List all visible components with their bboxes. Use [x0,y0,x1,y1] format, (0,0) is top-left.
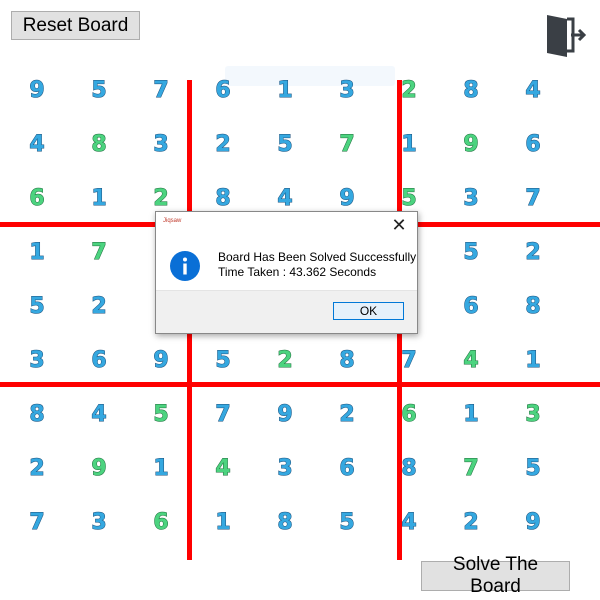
sudoku-cell[interactable]: 4 [379,502,439,542]
sudoku-cell[interactable]: 5 [255,124,315,164]
sudoku-cell[interactable]: 8 [7,394,67,434]
sudoku-cell[interactable]: 6 [441,286,501,326]
sudoku-cell[interactable]: 1 [69,178,129,218]
sudoku-cell[interactable]: 1 [379,124,439,164]
sudoku-cell[interactable]: 5 [131,394,191,434]
sudoku-cell[interactable]: 1 [193,502,253,542]
reset-board-button[interactable]: Reset Board [11,11,140,40]
sudoku-cell[interactable]: 9 [441,124,501,164]
sudoku-cell[interactable]: 5 [503,448,563,488]
sudoku-cell[interactable]: 4 [441,340,501,380]
dialog-message-line: Board Has Been Solved Successfully [218,250,417,264]
sudoku-cell[interactable]: 3 [317,70,377,110]
sudoku-cell[interactable]: 6 [193,70,253,110]
sudoku-cell[interactable]: 2 [7,448,67,488]
sudoku-cell[interactable]: 5 [193,340,253,380]
ok-button[interactable]: OK [333,302,404,320]
sudoku-cell[interactable]: 7 [131,70,191,110]
sudoku-cell[interactable]: 7 [317,124,377,164]
box-divider-horizontal [0,382,600,387]
sudoku-cell[interactable]: 2 [69,286,129,326]
sudoku-cell[interactable]: 1 [255,70,315,110]
sudoku-cell[interactable]: 3 [69,502,129,542]
sudoku-cell[interactable]: 2 [379,70,439,110]
sudoku-cell[interactable]: 3 [131,124,191,164]
sudoku-cell[interactable]: 7 [503,178,563,218]
close-icon[interactable]: ✕ [389,215,409,235]
dialog-titlebar[interactable]: Jiqsaw ✕ [156,212,417,240]
sudoku-cell[interactable]: 6 [317,448,377,488]
sudoku-cell[interactable]: 8 [317,340,377,380]
sudoku-cell[interactable]: 8 [255,502,315,542]
sudoku-cell[interactable]: 7 [7,502,67,542]
solve-board-button[interactable]: Solve The Board [421,554,570,597]
sudoku-cell[interactable]: 2 [255,340,315,380]
sudoku-cell[interactable]: 5 [7,286,67,326]
sudoku-cell[interactable]: 9 [255,394,315,434]
sudoku-cell[interactable]: 8 [441,70,501,110]
sudoku-cell[interactable]: 8 [379,448,439,488]
dialog-message-line: Time Taken : 43.362 Seconds [218,265,377,279]
sudoku-cell[interactable]: 5 [69,70,129,110]
sudoku-cell[interactable]: 3 [441,178,501,218]
exit-door-icon[interactable] [543,9,587,59]
sudoku-cell[interactable]: 5 [317,502,377,542]
sudoku-cell[interactable]: 3 [255,448,315,488]
sudoku-cell[interactable]: 4 [69,394,129,434]
dialog-title: Jiqsaw [163,218,182,224]
sudoku-cell[interactable]: 1 [131,448,191,488]
sudoku-cell[interactable]: 1 [7,232,67,272]
dialog-message: Board Has Been Solved Successfully Time … [218,250,416,280]
sudoku-cell[interactable]: 2 [441,502,501,542]
sudoku-cell[interactable]: 8 [69,124,129,164]
dialog-footer: OK [156,290,417,333]
sudoku-cell[interactable]: 4 [193,448,253,488]
sudoku-cell[interactable]: 7 [441,448,501,488]
sudoku-cell[interactable]: 4 [503,70,563,110]
sudoku-cell[interactable]: 1 [441,394,501,434]
sudoku-cell[interactable]: 2 [503,232,563,272]
success-dialog: Jiqsaw ✕ Board Has Been Solved Successfu… [155,211,418,334]
sudoku-cell[interactable]: 9 [503,502,563,542]
sudoku-cell[interactable]: 6 [69,340,129,380]
sudoku-cell[interactable]: 6 [131,502,191,542]
sudoku-cell[interactable]: 4 [7,124,67,164]
sudoku-cell[interactable]: 6 [379,394,439,434]
sudoku-cell[interactable]: 6 [7,178,67,218]
sudoku-cell[interactable]: 5 [441,232,501,272]
sudoku-cell[interactable]: 8 [503,286,563,326]
sudoku-cell[interactable]: 6 [503,124,563,164]
sudoku-cell[interactable]: 9 [7,70,67,110]
sudoku-cell[interactable]: 9 [131,340,191,380]
sudoku-cell[interactable]: 2 [317,394,377,434]
sudoku-cell[interactable]: 7 [379,340,439,380]
sudoku-cell[interactable]: 3 [503,394,563,434]
info-icon [170,251,200,281]
sudoku-cell[interactable]: 2 [193,124,253,164]
sudoku-cell[interactable]: 1 [503,340,563,380]
sudoku-cell[interactable]: 7 [69,232,129,272]
sudoku-cell[interactable]: 3 [7,340,67,380]
sudoku-cell[interactable]: 9 [69,448,129,488]
sudoku-cell[interactable]: 7 [193,394,253,434]
